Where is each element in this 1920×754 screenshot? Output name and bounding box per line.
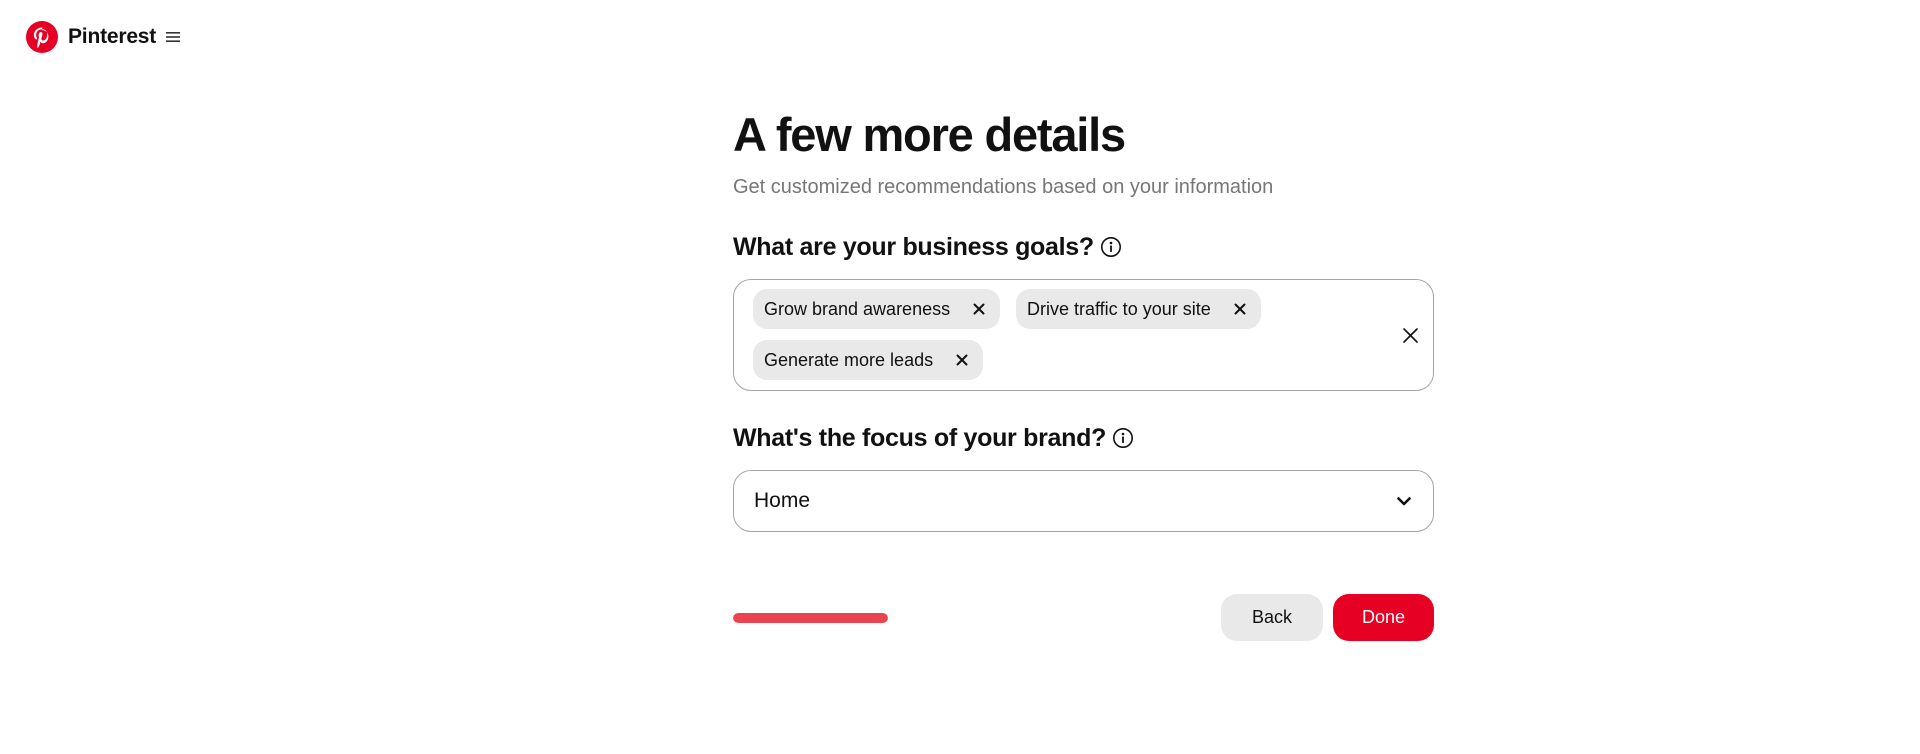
progress-bar-fill bbox=[733, 613, 888, 623]
done-button[interactable]: Done bbox=[1333, 594, 1434, 641]
brand-name[interactable]: Pinterest bbox=[68, 25, 156, 49]
goal-chip: Grow brand awareness bbox=[753, 289, 1001, 329]
pinterest-logo-icon[interactable] bbox=[26, 21, 58, 53]
page-title: A few more details bbox=[733, 108, 1126, 161]
hamburger-menu-icon[interactable] bbox=[166, 31, 181, 43]
chevron-down-icon bbox=[1397, 497, 1411, 506]
goal-chip-label: Generate more leads bbox=[764, 349, 934, 370]
business-goals-label: What are your business goals? bbox=[733, 233, 1094, 261]
back-button[interactable]: Back bbox=[1221, 594, 1323, 641]
business-goals-multiselect[interactable]: Grow brand awareness Drive traffic to yo… bbox=[733, 279, 1434, 391]
business-goals-question: What are your business goals? bbox=[733, 232, 1434, 262]
goal-chip-label: Drive traffic to your site bbox=[1027, 298, 1211, 319]
form-footer: Back Done bbox=[733, 594, 1434, 641]
info-icon[interactable] bbox=[1112, 427, 1134, 449]
brand-focus-select[interactable]: Home bbox=[733, 470, 1434, 532]
brand-focus-label: What's the focus of your brand? bbox=[733, 424, 1107, 452]
goal-chip: Generate more leads bbox=[753, 340, 984, 380]
remove-chip-icon[interactable] bbox=[955, 353, 969, 367]
remove-chip-icon[interactable] bbox=[972, 302, 986, 316]
brand-focus-value: Home bbox=[754, 489, 811, 512]
remove-chip-icon[interactable] bbox=[1233, 302, 1247, 316]
brand-focus-question: What's the focus of your brand? bbox=[733, 423, 1434, 453]
goal-chip: Drive traffic to your site bbox=[1016, 289, 1261, 329]
details-form: A few more details Get customized recomm… bbox=[733, 105, 1434, 641]
page-subtitle: Get customized recommendations based on … bbox=[733, 176, 1274, 198]
clear-all-icon[interactable] bbox=[1402, 327, 1419, 344]
top-header: Pinterest bbox=[26, 20, 181, 54]
info-icon[interactable] bbox=[1100, 236, 1122, 258]
progress-bar bbox=[733, 613, 888, 623]
goal-chip-label: Grow brand awareness bbox=[764, 298, 951, 319]
